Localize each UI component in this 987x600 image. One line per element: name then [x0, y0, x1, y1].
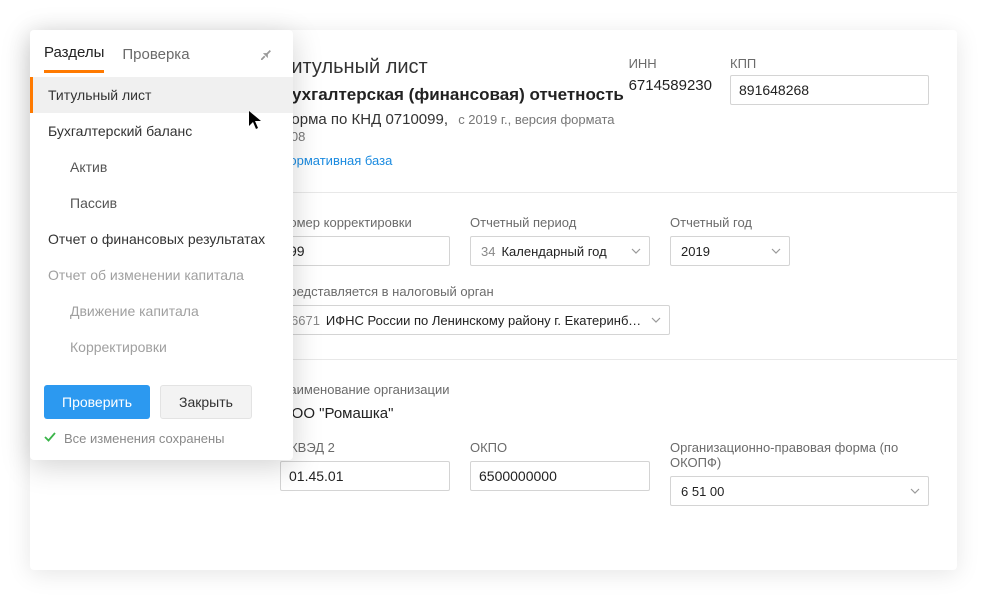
okpo-label: ОКПО	[470, 440, 650, 455]
orgname-label: Наименование организации	[280, 382, 929, 397]
chevron-down-icon	[910, 488, 920, 494]
year-select[interactable]: 2019	[670, 236, 790, 266]
taxorg-prefix: 6671	[291, 313, 320, 328]
report-name: Бухгалтерская (финансовая) отчетность	[280, 85, 629, 105]
taxorg-select[interactable]: 6671 ИФНС России по Ленинскому району г.…	[280, 305, 670, 335]
kpp-input[interactable]	[730, 75, 929, 105]
chevron-down-icon	[651, 317, 661, 323]
period-prefix: 34	[481, 244, 495, 259]
year-label: Отчетный год	[670, 215, 790, 230]
divider	[252, 192, 957, 193]
nav-item-capital-movement[interactable]: Движение капитала	[30, 293, 293, 329]
check-icon	[44, 431, 56, 446]
save-status: Все изменения сохранены	[30, 431, 293, 460]
okopf-value: 6 51 00	[681, 484, 724, 499]
nav-item-liability[interactable]: Пассив	[30, 185, 293, 221]
inn-value: 6714589230	[629, 75, 712, 94]
period-label: Отчетный период	[470, 215, 650, 230]
tab-sections[interactable]: Разделы	[44, 40, 104, 73]
nav-item-asset[interactable]: Актив	[30, 149, 293, 185]
chevron-down-icon	[631, 248, 641, 254]
okopf-label: Организационно-правовая форма (по ОКОПФ)	[670, 440, 929, 470]
taxorg-text: ИФНС России по Ленинскому району г. Екат…	[326, 313, 643, 328]
nav-item-title-page[interactable]: Титульный лист	[30, 77, 293, 113]
chevron-down-icon	[771, 248, 781, 254]
nav-item-fin-results[interactable]: Отчет о финансовых результатах	[30, 221, 293, 257]
correction-label: Номер корректировки	[280, 215, 450, 230]
taxorg-label: Представляется в налоговый орган	[280, 284, 670, 299]
nav-item-capital-change[interactable]: Отчет об изменении капитала	[30, 257, 293, 293]
year-value: 2019	[681, 244, 710, 259]
orgname-value: ООО "Ромашка"	[280, 405, 929, 422]
divider	[252, 359, 957, 360]
form-code-text: Форма по КНД 0710099,	[280, 111, 448, 128]
check-button[interactable]: Проверить	[44, 385, 150, 419]
sections-popover: Разделы Проверка Титульный лист Бухгалте…	[30, 30, 293, 460]
correction-input[interactable]	[280, 236, 450, 266]
okved-input[interactable]	[280, 461, 450, 491]
save-status-text: Все изменения сохранены	[64, 431, 225, 446]
form-code: Форма по КНД 0710099, с 2019 г., версия …	[280, 111, 629, 145]
period-text: Календарный год	[501, 244, 606, 259]
nav-list: Титульный лист Бухгалтерский баланс Акти…	[30, 73, 293, 373]
okopf-select[interactable]: 6 51 00	[670, 476, 929, 506]
page-title: Титульный лист	[280, 56, 629, 79]
period-select[interactable]: 34 Календарный год	[470, 236, 650, 266]
inn-label: ИНН	[629, 56, 712, 71]
normative-link[interactable]: Нормативная база	[280, 153, 392, 168]
close-button[interactable]: Закрыть	[160, 385, 252, 419]
okpo-input[interactable]	[470, 461, 650, 491]
tab-check[interactable]: Проверка	[122, 42, 189, 72]
nav-item-balance[interactable]: Бухгалтерский баланс	[30, 113, 293, 149]
nav-item-corrections[interactable]: Корректировки	[30, 329, 293, 365]
kpp-label: КПП	[730, 56, 929, 71]
okved-label: ОКВЭД 2	[280, 440, 450, 455]
pin-icon[interactable]	[255, 44, 277, 69]
